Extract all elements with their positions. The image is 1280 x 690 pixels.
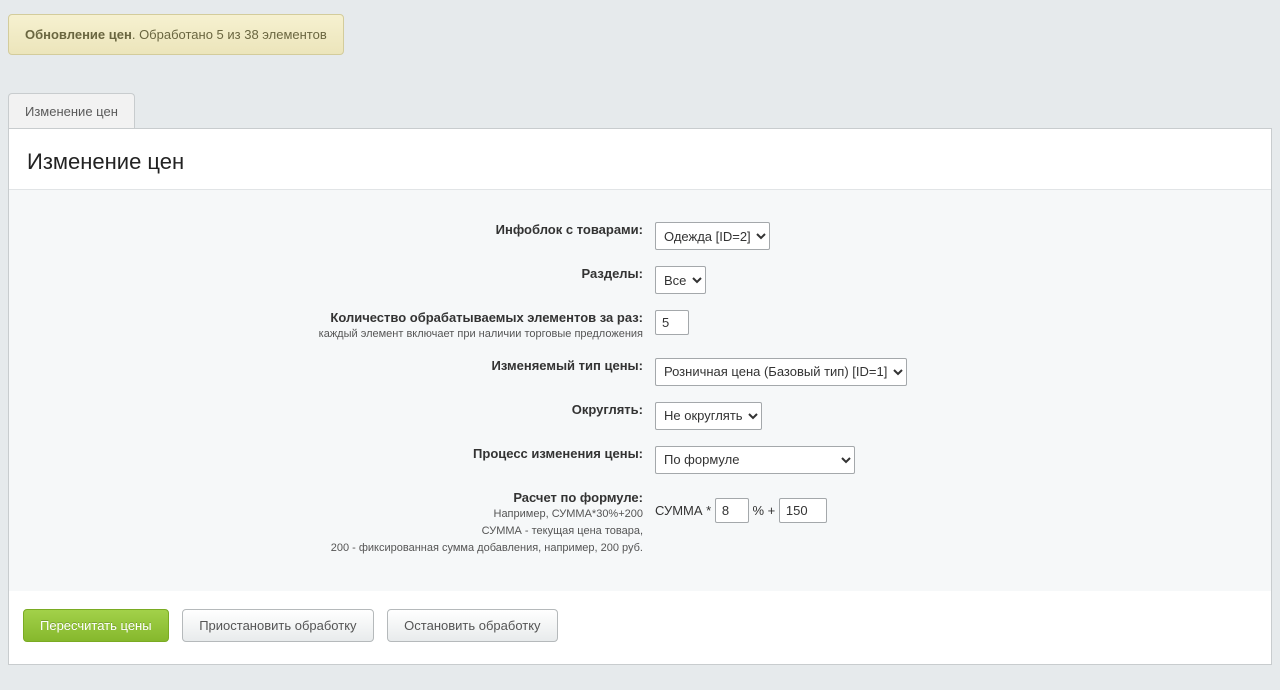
select-process[interactable]: По формуле: [655, 446, 855, 474]
select-round[interactable]: Не округлять: [655, 402, 762, 430]
page-title: Изменение цен: [27, 149, 1271, 175]
input-batch-size[interactable]: [655, 310, 689, 335]
label-batch-sub: каждый элемент включает при наличии торг…: [35, 327, 643, 342]
label-pricetype: Изменяемый тип цены:: [492, 358, 643, 373]
status-notice: Обновление цен. Обработано 5 из 38 элеме…: [8, 14, 344, 55]
pause-button[interactable]: Приостановить обработку: [182, 609, 373, 642]
stop-button[interactable]: Остановить обработку: [387, 609, 557, 642]
select-iblock[interactable]: Одежда [ID=2]: [655, 222, 770, 250]
tab-price-change[interactable]: Изменение цен: [8, 93, 135, 128]
panel-price-change: Изменение цен Инфоблок с товарами: Одежд…: [8, 128, 1272, 665]
recalculate-button[interactable]: Пересчитать цены: [23, 609, 169, 642]
tab-label: Изменение цен: [25, 104, 118, 119]
select-sections[interactable]: Все: [655, 266, 706, 294]
label-formula-sub1: Например, СУММА*30%+200: [35, 507, 643, 522]
form-area: Инфоблок с товарами: Одежда [ID=2] Разде…: [9, 189, 1271, 591]
label-batch: Количество обрабатываемых элементов за р…: [330, 310, 643, 325]
label-iblock: Инфоблок с товарами:: [496, 222, 643, 237]
input-formula-percent[interactable]: [715, 498, 749, 523]
label-sections: Разделы:: [581, 266, 643, 281]
label-formula-sub3: 200 - фиксированная сумма добавления, на…: [35, 541, 643, 556]
label-formula-sub2: СУММА - текущая цена товара,: [35, 524, 643, 539]
status-notice-text: . Обработано 5 из 38 элементов: [132, 27, 327, 42]
select-pricetype[interactable]: Розничная цена (Базовый тип) [ID=1]: [655, 358, 907, 386]
formula-prefix: СУММА *: [655, 503, 711, 518]
label-round: Округлять:: [572, 402, 643, 417]
label-formula: Расчет по формуле:: [513, 490, 643, 505]
label-process: Процесс изменения цены:: [473, 446, 643, 461]
input-formula-add[interactable]: [779, 498, 827, 523]
formula-mid: % +: [752, 503, 775, 518]
status-notice-title: Обновление цен: [25, 27, 132, 42]
